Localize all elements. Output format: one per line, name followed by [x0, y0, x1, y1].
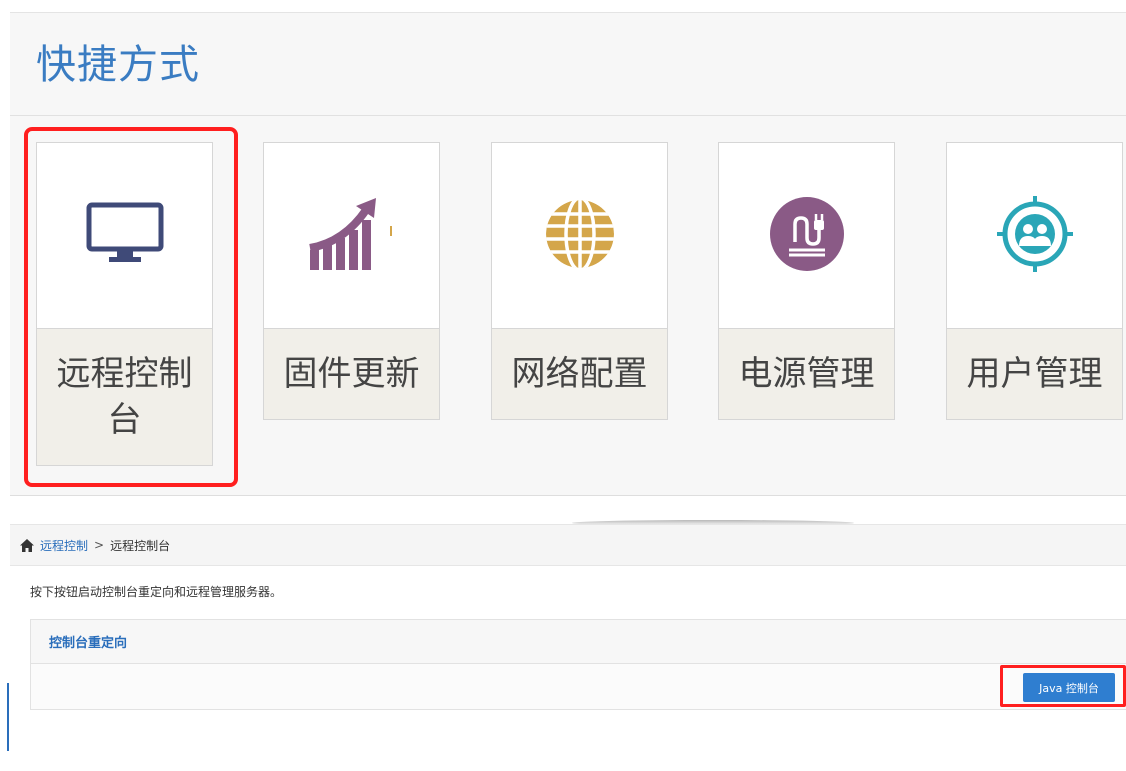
tile-icon-area	[947, 143, 1122, 329]
tile-label: 用户管理	[966, 354, 1103, 394]
power-plug-icon	[767, 194, 847, 278]
breadcrumb: 远程控制 > 远程控制台	[10, 524, 1126, 566]
highlight-java-console-button	[1000, 665, 1126, 707]
shortcuts-title: 快捷方式	[36, 42, 200, 88]
tile-label: 网络配置	[511, 354, 648, 394]
breadcrumb-current: 远程控制台	[110, 538, 171, 553]
tile-label-area: 用户管理	[947, 329, 1122, 419]
shortcuts-header: 快捷方式	[10, 13, 1126, 116]
tile-label-area: 网络配置	[492, 329, 667, 419]
home-icon[interactable]	[20, 538, 34, 552]
panel-title: 控制台重定向	[49, 636, 128, 651]
console-redirection-panel: 控制台重定向 Java 控制台	[30, 619, 1126, 710]
globe-icon	[542, 196, 618, 276]
tile-label: 固件更新	[283, 354, 420, 394]
breadcrumb-separator: >	[94, 538, 105, 552]
tile-label-area: 电源管理	[719, 329, 894, 419]
tile-label-area: 固件更新	[264, 329, 439, 419]
tile-power-management[interactable]: 电源管理	[718, 142, 895, 420]
breadcrumb-parent-link[interactable]: 远程控制	[40, 537, 88, 554]
panel-body: Java 控制台	[31, 664, 1126, 709]
growth-chart-icon	[304, 194, 400, 278]
left-edge-marker	[7, 683, 9, 751]
users-icon	[995, 194, 1075, 278]
tile-icon-area	[492, 143, 667, 329]
page-description: 按下按钮启动控制台重定向和远程管理服务器。	[30, 585, 283, 599]
tile-user-management[interactable]: 用户管理	[946, 142, 1123, 420]
panel-header: 控制台重定向	[31, 620, 1126, 664]
tile-network-config[interactable]: 网络配置	[491, 142, 668, 420]
tile-firmware-update[interactable]: 固件更新	[263, 142, 440, 420]
highlight-remote-console-tile	[24, 127, 238, 487]
tile-icon-area	[264, 143, 439, 329]
tile-label: 电源管理	[738, 354, 875, 394]
tile-icon-area	[719, 143, 894, 329]
